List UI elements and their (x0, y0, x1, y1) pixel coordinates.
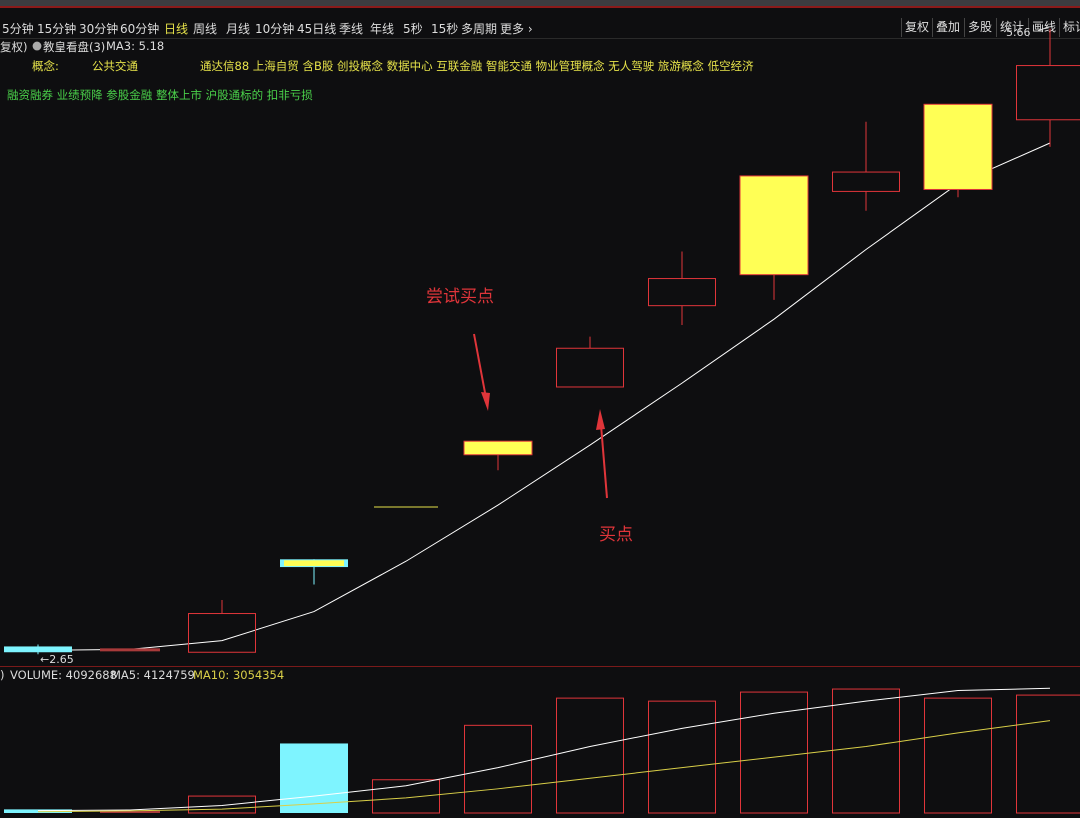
volume-bar (188, 795, 256, 814)
annotation-arrow-head (596, 409, 605, 430)
candle-body (1016, 65, 1080, 121)
low-label: ←2.65 (40, 653, 74, 666)
candle-body (100, 648, 160, 652)
candle-body (739, 175, 809, 276)
volume-bar (648, 700, 716, 814)
candle-body (556, 347, 624, 388)
volume-bar (1016, 694, 1080, 814)
volume-ma5-line (37, 687, 1051, 812)
candle-body-inner (284, 560, 344, 567)
annotation-arrow-shaft (473, 333, 487, 399)
volume-bar (832, 688, 900, 814)
candle-body (923, 103, 993, 190)
high-marker (1037, 26, 1050, 32)
candle-body (648, 278, 716, 307)
volume-ma10-line (37, 720, 1051, 813)
volume-bar (372, 779, 440, 814)
volume-bar (556, 697, 624, 814)
volume-bar (924, 697, 992, 814)
high-label: 5.66 (1006, 26, 1031, 39)
annotation-try-buy: 尝试买点 (426, 287, 494, 307)
volume-bar (464, 724, 532, 814)
candle-body (463, 440, 533, 456)
annotation-buy: 买点 (599, 525, 633, 545)
annotation-arrow-head (481, 392, 490, 411)
candle-body (832, 171, 900, 192)
kline-chart[interactable]: 5.66 ←2.65 尝试买点买点 (0, 0, 1080, 818)
ma3-line (37, 142, 1051, 651)
candle-body (4, 646, 72, 653)
